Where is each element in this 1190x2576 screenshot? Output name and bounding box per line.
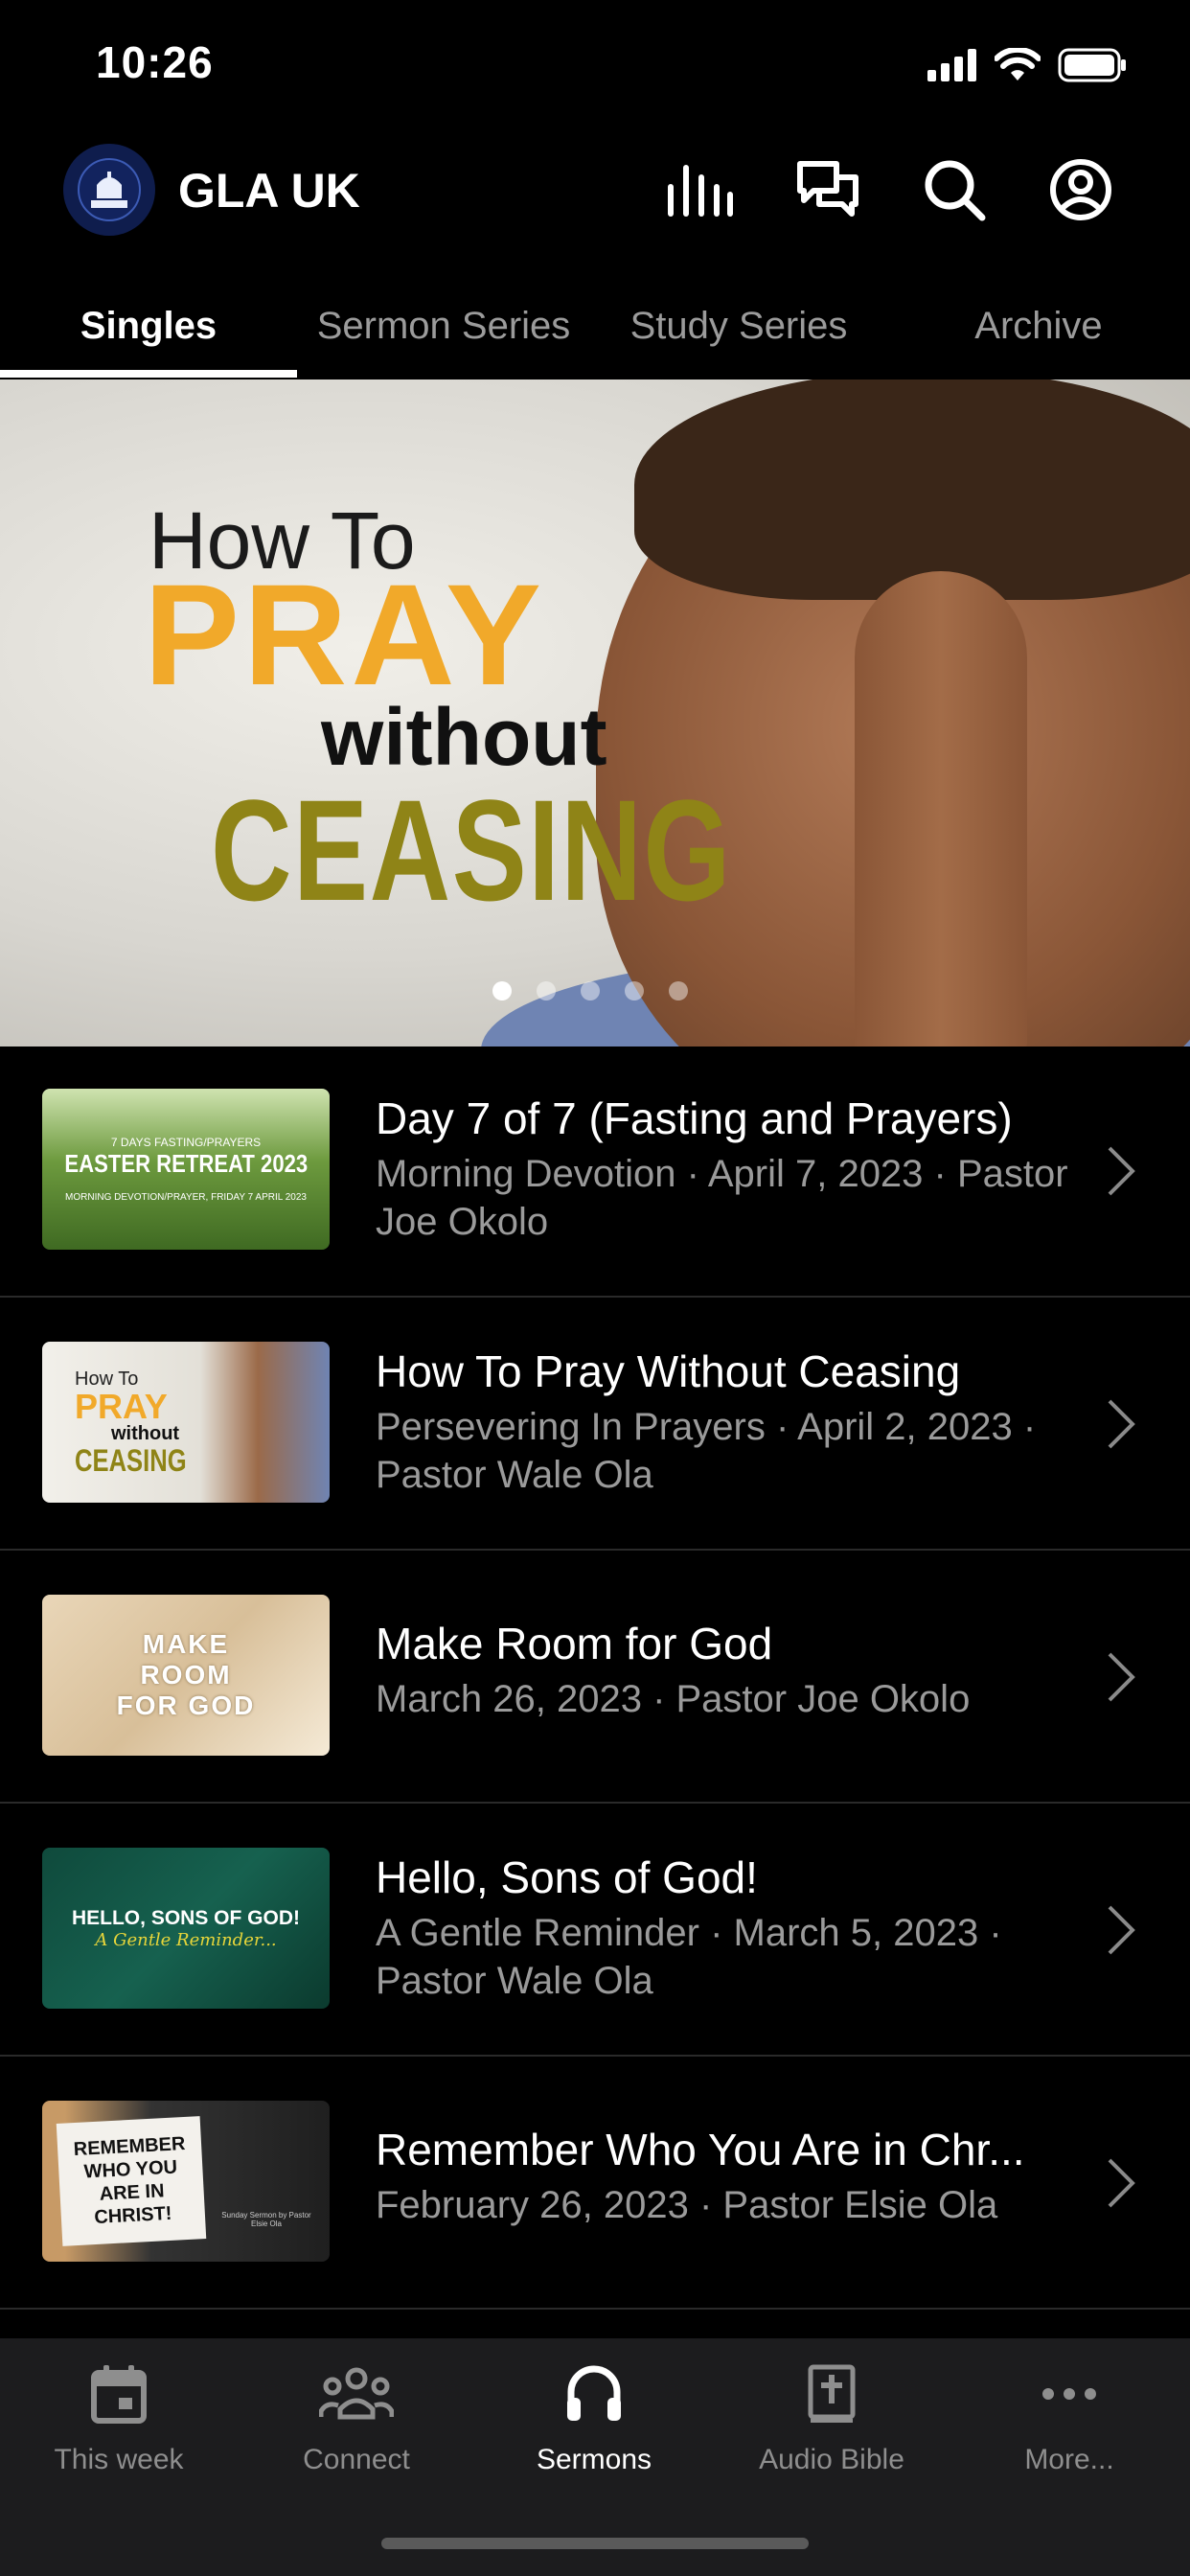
equalizer-icon[interactable] [663, 153, 736, 226]
banner-line-ceasing: CEASING [211, 770, 733, 931]
sermon-row[interactable]: 7 DAYS FASTING/PRAYERS EASTER RETREAT 20… [0, 1045, 1190, 1298]
church-logo [63, 144, 155, 236]
sermon-title: Day 7 of 7 (Fasting and Prayers) [376, 1093, 1013, 1143]
battery-icon [1058, 48, 1126, 82]
thumb-caption-text: Sunday Sermon by Pastor Elsie Ola [221, 2211, 311, 2228]
thumb-main-text: HELLO, SONS OF GOD! [71, 1906, 300, 1929]
sermon-thumbnail: 7 DAYS FASTING/PRAYERS EASTER RETREAT 20… [42, 1089, 330, 1250]
thumb-line: FOR GOD [116, 1690, 256, 1720]
banner-image-hair [634, 380, 1190, 600]
sermon-row[interactable]: MAKE ROOM FOR GOD Make Room for God Marc… [0, 1551, 1190, 1804]
active-tab-indicator [0, 370, 297, 378]
sermon-thumbnail: REMEMBER WHO YOU ARE IN CHRIST! Sunday S… [42, 2101, 330, 2262]
carousel-dot[interactable] [581, 981, 600, 1000]
status-icons [927, 48, 1127, 82]
featured-banner[interactable]: How To PRAY without CEASING [0, 380, 1190, 1046]
nav-more[interactable]: More... [950, 2356, 1188, 2490]
banner-image-hands [855, 571, 1027, 1046]
carousel-dot[interactable] [669, 981, 688, 1000]
tab-singles[interactable]: Singles [0, 278, 297, 374]
app-title: GLA UK [178, 164, 360, 218]
more-icon [1031, 2356, 1108, 2432]
thumb-bottom-text: MORNING DEVOTION/PRAYER, FRIDAY 7 APRIL … [65, 1192, 307, 1203]
chevron-right-icon [1108, 1146, 1135, 1196]
thumb-top-text: 7 DAYS FASTING/PRAYERS [110, 1136, 262, 1149]
carousel-dot[interactable] [625, 981, 644, 1000]
sermon-row[interactable]: HELLO, SONS OF GOD! A Gentle Reminder...… [0, 1804, 1190, 2057]
nav-label: More... [1024, 2444, 1114, 2475]
sermon-subtitle: Persevering In Prayers · April 2, 2023 ·… [376, 1406, 1037, 1496]
sermon-thumbnail: HELLO, SONS OF GOD! A Gentle Reminder... [42, 1848, 330, 2009]
sermon-title: Remember Who You Are in Chr... [376, 2125, 1025, 2174]
tab-study-series[interactable]: Study Series [590, 278, 887, 374]
lighthouse-logo-icon [78, 158, 141, 221]
status-time: 10:26 [96, 37, 214, 87]
chevron-right-icon [1108, 1905, 1135, 1955]
sermon-row[interactable]: REMEMBER WHO YOU ARE IN CHRIST! Sunday S… [0, 2057, 1190, 2310]
search-icon[interactable] [918, 153, 991, 226]
thumb-line: CEASING [75, 1443, 187, 1478]
sermon-row[interactable]: How To PRAY without CEASING How To Pray … [0, 1298, 1190, 1551]
tab-archive[interactable]: Archive [887, 278, 1190, 374]
home-indicator [381, 2538, 809, 2549]
sermon-thumbnail: How To PRAY without CEASING [42, 1342, 330, 1503]
nav-label: Sermons [536, 2444, 652, 2475]
account-icon[interactable] [1044, 153, 1117, 226]
banner-title: How To PRAY without CEASING [0, 380, 730, 1046]
people-icon [318, 2356, 395, 2432]
signal-icon [927, 49, 976, 81]
calendar-icon [80, 2356, 157, 2432]
bible-icon [793, 2356, 870, 2432]
sermon-title: Make Room for God [376, 1619, 773, 1668]
thumb-main-text: EASTER RETREAT 2023 [64, 1149, 308, 1178]
chevron-right-icon [1108, 2158, 1135, 2208]
nav-label: This week [54, 2444, 184, 2475]
sermon-thumbnail: MAKE ROOM FOR GOD [42, 1595, 330, 1756]
chevron-right-icon [1108, 1399, 1135, 1449]
nav-connect[interactable]: Connect [238, 2356, 475, 2490]
nav-audio-bible[interactable]: Audio Bible [713, 2356, 950, 2490]
carousel-page-dots[interactable] [492, 981, 688, 1000]
chevron-right-icon [1108, 1652, 1135, 1702]
sermon-tabs: Singles Sermon Series Study Series Archi… [0, 278, 1190, 380]
sermon-title: Hello, Sons of God! [376, 1852, 758, 1902]
carousel-dot[interactable] [492, 981, 512, 1000]
sermon-subtitle: March 26, 2023 · Pastor Joe Okolo [376, 1678, 971, 1720]
thumb-line: MAKE [142, 1629, 230, 1659]
chat-icon[interactable] [791, 153, 864, 226]
row-divider [0, 2308, 1190, 2310]
sermon-subtitle: A Gentle Reminder · March 5, 2023 · Past… [376, 1912, 1002, 2002]
thumb-line: without [111, 1423, 180, 1444]
sermon-subtitle: Morning Devotion · April 7, 2023 · Pasto… [376, 1153, 1068, 1243]
wifi-icon [995, 48, 1041, 80]
carousel-dot[interactable] [537, 981, 556, 1000]
tab-sermon-series[interactable]: Sermon Series [297, 278, 590, 374]
nav-sermons[interactable]: Sermons [475, 2356, 713, 2490]
sermon-title: How To Pray Without Ceasing [376, 1346, 961, 1396]
nav-label: Connect [303, 2444, 410, 2475]
nav-this-week[interactable]: This week [0, 2356, 238, 2490]
thumb-line: ROOM [140, 1660, 232, 1690]
headphones-icon [556, 2356, 632, 2432]
sermon-subtitle: February 26, 2023 · Pastor Elsie Ola [376, 2184, 998, 2226]
thumb-main-text: REMEMBER WHO YOU ARE IN CHRIST! [56, 2116, 207, 2246]
nav-label: Audio Bible [759, 2444, 904, 2475]
thumb-line: PRAY [75, 1387, 168, 1426]
thumb-sub-text: A Gentle Reminder... [95, 1929, 277, 1950]
